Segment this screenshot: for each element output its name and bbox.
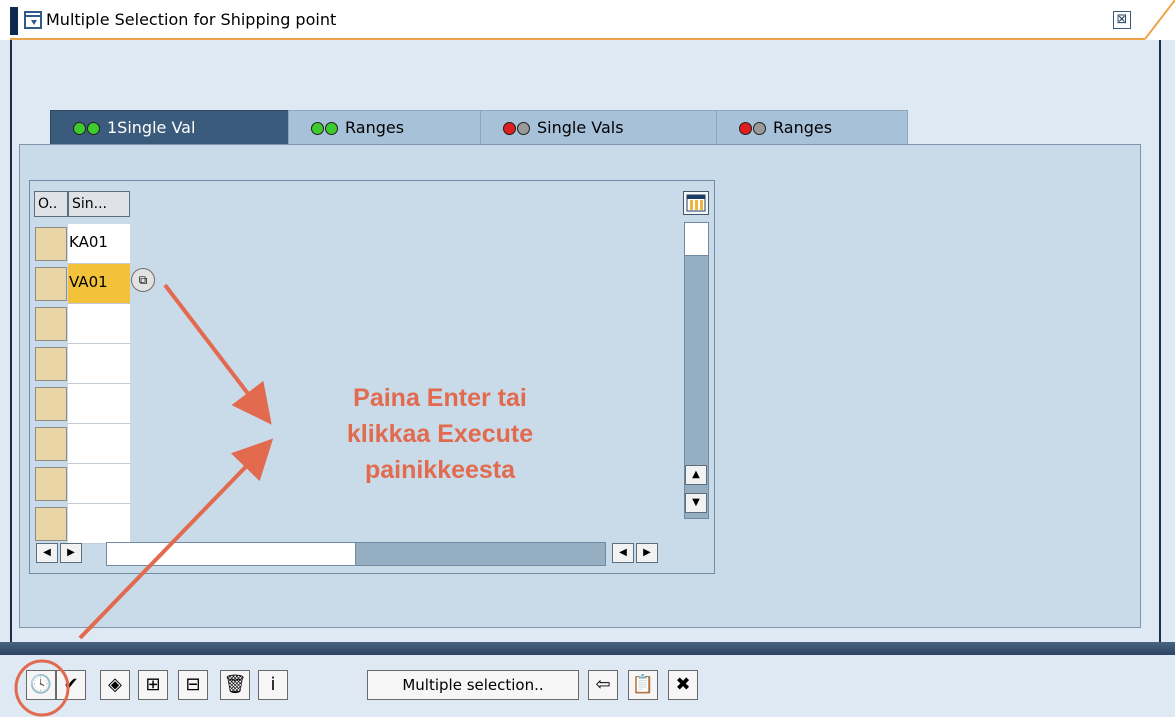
execute-highlight-circle: [14, 659, 70, 717]
arrow-from-execute: [78, 438, 274, 640]
annotation-arrows: [14, 283, 274, 717]
arrow-to-instruction: [163, 283, 272, 425]
